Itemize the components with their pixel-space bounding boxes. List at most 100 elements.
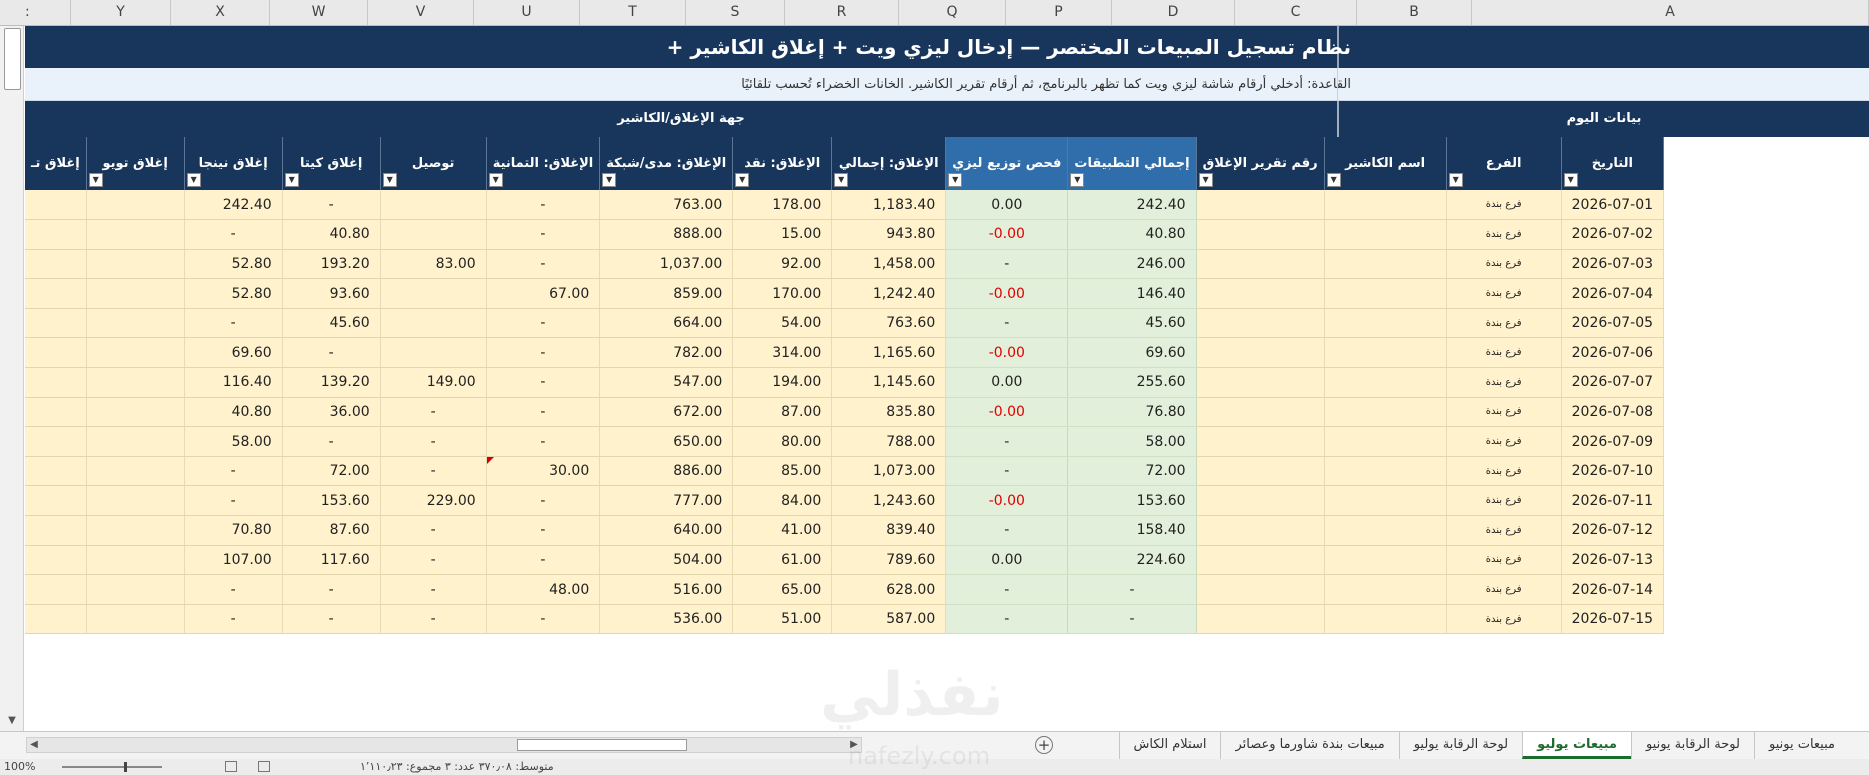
table-cell[interactable]: 52.80 (184, 249, 283, 280)
table-cell[interactable]: - (380, 574, 487, 605)
filter-dropdown-icon[interactable]: ▼ (1448, 173, 1463, 187)
table-cell[interactable]: 2026-07-03 (1561, 249, 1665, 280)
table-cell[interactable] (1196, 367, 1325, 398)
table-cell[interactable] (1324, 485, 1447, 517)
table-cell[interactable] (1324, 397, 1447, 428)
vertical-scrollbar[interactable]: ▼ (0, 26, 24, 731)
column-letter[interactable]: V (368, 0, 474, 25)
table-cell[interactable] (86, 367, 185, 398)
table-cell[interactable]: -0.00 (945, 278, 1069, 309)
table-cell[interactable]: 547.00 (599, 367, 734, 398)
table-cell[interactable]: - (945, 604, 1069, 635)
table-cell[interactable] (1196, 604, 1325, 635)
table-cell[interactable] (25, 249, 87, 280)
table-cell[interactable]: - (486, 545, 601, 576)
column-letter[interactable]: C (1235, 0, 1357, 25)
table-cell[interactable]: - (184, 456, 283, 487)
table-cell[interactable] (25, 397, 87, 428)
table-cell[interactable]: 40.80 (1067, 219, 1197, 250)
table-cell[interactable]: 30.00 (486, 456, 601, 487)
table-cell[interactable]: 80.00 (732, 426, 833, 457)
table-cell[interactable] (25, 545, 87, 576)
table-cell[interactable]: 139.20 (282, 367, 381, 398)
table-cell[interactable]: فرع بندة (1446, 337, 1562, 369)
table-cell[interactable]: 116.40 (184, 367, 283, 398)
table-cell[interactable] (380, 308, 487, 339)
table-cell[interactable]: -0.00 (945, 397, 1069, 428)
table-cell[interactable]: 61.00 (732, 545, 833, 576)
table-cell[interactable]: 84.00 (732, 485, 833, 517)
table-cell[interactable]: 93.60 (282, 278, 381, 309)
table-cell[interactable]: 76.80 (1067, 397, 1197, 428)
table-cell[interactable]: 2026-07-05 (1561, 308, 1665, 339)
table-cell[interactable]: - (486, 249, 601, 280)
filter-dropdown-icon[interactable]: ▼ (834, 173, 849, 187)
table-cell[interactable] (1196, 337, 1325, 369)
table-cell[interactable]: 67.00 (486, 278, 601, 309)
table-cell[interactable]: 0.00 (945, 367, 1069, 398)
table-cell[interactable] (86, 604, 185, 635)
table-cell[interactable]: 229.00 (380, 485, 487, 517)
horizontal-scroll-thumb[interactable] (517, 739, 687, 751)
table-cell[interactable]: - (184, 219, 283, 250)
table-cell[interactable]: 65.00 (732, 574, 833, 605)
table-cell[interactable]: - (380, 426, 487, 457)
table-cell[interactable] (1324, 219, 1447, 250)
table-cell[interactable]: فرع بندة (1446, 219, 1562, 250)
sheet-tab[interactable]: مبيعات بندة شاورما وعصائر (1220, 732, 1398, 759)
table-cell[interactable]: فرع بندة (1446, 308, 1562, 339)
table-cell[interactable]: 41.00 (732, 515, 833, 546)
table-cell[interactable]: 628.00 (831, 574, 947, 605)
filter-dropdown-icon[interactable]: ▼ (948, 173, 963, 187)
table-cell[interactable]: -0.00 (945, 337, 1069, 369)
table-cell[interactable]: 504.00 (599, 545, 734, 576)
table-cell[interactable]: 70.80 (184, 515, 283, 546)
table-cell[interactable]: 2026-07-08 (1561, 397, 1665, 428)
rule-note[interactable]: القاعدة: أدخلي أرقام شاشة ليزي ويت كما ت… (741, 68, 1351, 101)
table-cell[interactable] (1324, 456, 1447, 487)
table-cell[interactable]: 69.60 (184, 337, 283, 369)
table-cell[interactable]: 87.00 (732, 397, 833, 428)
table-cell[interactable] (86, 426, 185, 457)
table-cell[interactable]: 153.60 (282, 485, 381, 517)
table-cell[interactable]: - (282, 574, 381, 605)
table-cell[interactable] (86, 249, 185, 280)
table-cell[interactable]: 83.00 (380, 249, 487, 280)
scroll-down-arrow-icon[interactable]: ▼ (3, 713, 21, 729)
table-cell[interactable]: - (1067, 604, 1197, 635)
table-cell[interactable]: 107.00 (184, 545, 283, 576)
table-cell[interactable] (86, 190, 185, 221)
table-cell[interactable] (86, 574, 185, 605)
table-cell[interactable] (1324, 515, 1447, 546)
table-cell[interactable]: 246.00 (1067, 249, 1197, 280)
table-cell[interactable]: 51.00 (732, 604, 833, 635)
column-letter[interactable]: U (474, 0, 580, 25)
table-cell[interactable]: - (945, 515, 1069, 546)
table-cell[interactable]: 2026-07-02 (1561, 219, 1665, 250)
table-cell[interactable]: - (945, 308, 1069, 339)
sheet-tab[interactable]: لوحة الرقابة يوليو (1398, 732, 1522, 759)
table-cell[interactable]: فرع بندة (1446, 456, 1562, 487)
table-cell[interactable]: - (282, 604, 381, 635)
table-cell[interactable]: 2026-07-15 (1561, 604, 1665, 635)
table-cell[interactable]: 664.00 (599, 308, 734, 339)
table-cell[interactable]: 45.60 (1067, 308, 1197, 339)
add-sheet-icon[interactable]: + (1035, 736, 1053, 754)
table-cell[interactable]: - (380, 604, 487, 635)
table-cell[interactable] (1324, 545, 1447, 576)
table-cell[interactable]: -0.00 (945, 219, 1069, 250)
column-letter[interactable]: P (1006, 0, 1112, 25)
table-cell[interactable]: 193.20 (282, 249, 381, 280)
table-cell[interactable]: - (486, 190, 601, 221)
table-cell[interactable]: 2026-07-06 (1561, 337, 1665, 369)
table-cell[interactable] (86, 337, 185, 369)
table-cell[interactable]: فرع بندة (1446, 367, 1562, 398)
table-cell[interactable]: فرع بندة (1446, 485, 1562, 517)
table-cell[interactable]: 54.00 (732, 308, 833, 339)
table-cell[interactable]: - (945, 249, 1069, 280)
table-cell[interactable]: - (380, 456, 487, 487)
table-cell[interactable] (1196, 515, 1325, 546)
table-cell[interactable]: 640.00 (599, 515, 734, 546)
filter-dropdown-icon[interactable]: ▼ (1563, 173, 1578, 187)
table-cell[interactable] (380, 337, 487, 369)
